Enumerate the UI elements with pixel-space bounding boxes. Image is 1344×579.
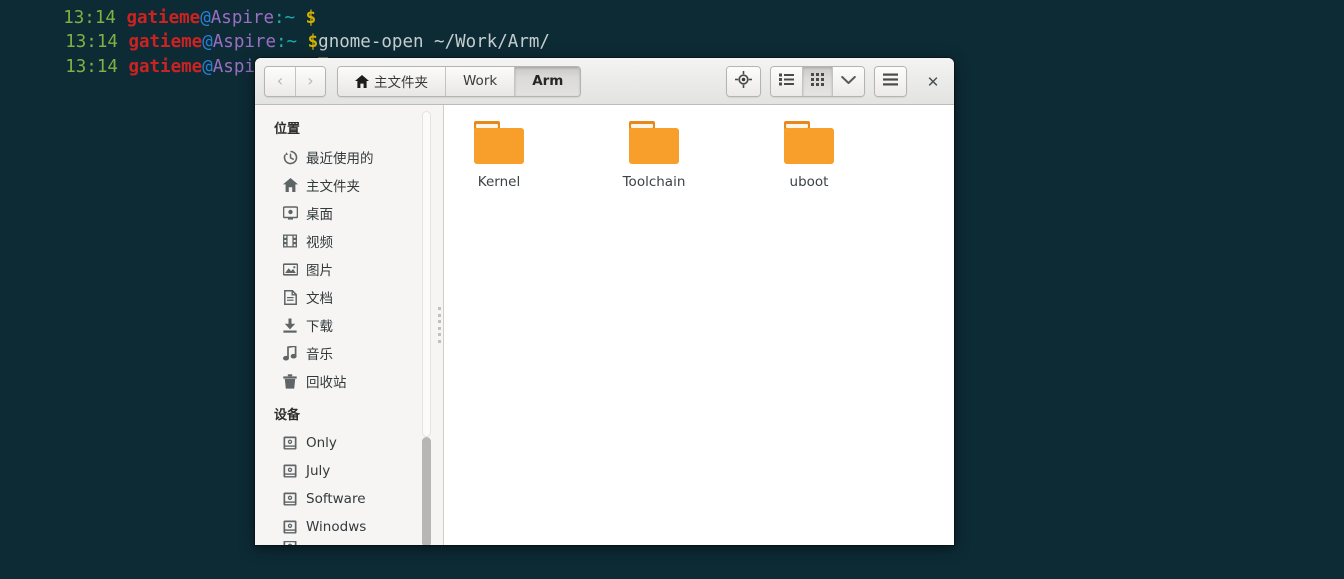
sidebar: 位置 最近使用的 主文件夹 <box>255 105 435 545</box>
drive-harddisk-icon <box>282 463 298 479</box>
forward-button[interactable]: › <box>295 67 325 96</box>
sidebar-item-label: July <box>306 463 330 479</box>
folder-icon <box>783 121 835 164</box>
sidebar-item-partial[interactable] <box>255 541 435 545</box>
back-button[interactable]: ‹ <box>265 67 295 96</box>
close-button[interactable]: ✕ <box>920 69 946 95</box>
sidebar-scrollbar-track[interactable] <box>422 111 431 437</box>
menu-button-group <box>874 66 907 97</box>
main-menu-button[interactable] <box>875 67 906 96</box>
chevron-right-icon: › <box>307 73 313 89</box>
downloads-arrow-icon <box>282 317 298 333</box>
sidebar-item-label: 音乐 <box>306 343 333 363</box>
view-mode-button-group <box>770 66 865 97</box>
sidebar-item-downloads[interactable]: 下载 <box>255 311 435 339</box>
sidebar-item-label: 回收站 <box>306 371 347 391</box>
pictures-image-icon <box>282 261 298 277</box>
breadcrumb-item-arm[interactable]: Arm <box>514 67 580 96</box>
drive-harddisk-icon <box>282 519 298 535</box>
breadcrumb-item-work[interactable]: Work <box>445 67 514 96</box>
chevron-down-icon <box>841 74 856 89</box>
file-item[interactable]: Kernel <box>454 119 544 190</box>
drive-harddisk-icon <box>282 541 298 545</box>
sidebar-section-title-places: 位置 <box>255 114 435 143</box>
folder-icon <box>473 121 525 164</box>
sidebar-item-label: 桌面 <box>306 203 333 223</box>
file-item[interactable]: Toolchain <box>609 119 699 190</box>
file-list-area[interactable]: Kernel Toolchain uboot <box>444 105 954 545</box>
breadcrumb-item-home[interactable]: 主文件夹 <box>338 67 445 96</box>
drive-harddisk-icon <box>282 491 298 507</box>
list-view-icon <box>779 73 794 90</box>
home-icon <box>282 177 298 193</box>
music-note-icon <box>282 345 298 361</box>
documents-file-icon <box>282 289 298 305</box>
location-target-icon <box>735 71 752 92</box>
video-film-icon <box>282 233 298 249</box>
list-view-button[interactable] <box>771 67 802 96</box>
sidebar-item-only[interactable]: Only <box>255 429 435 457</box>
terminal-line-2: 13:14 gatieme@Aspire:~ $ <box>2 30 328 55</box>
sidebar-item-winodws[interactable]: Winodws <box>255 513 435 541</box>
file-item[interactable]: uboot <box>764 119 854 190</box>
location-button-group <box>726 66 761 97</box>
recent-clock-icon <box>282 149 298 165</box>
chevron-left-icon: ‹ <box>277 73 283 89</box>
sidebar-item-label: 文档 <box>306 287 333 307</box>
file-name-label: Toolchain <box>623 174 686 190</box>
folder-icon <box>628 121 680 164</box>
desktop-background: 13:14 gatieme@Aspire:~ $ 13:14 gatieme@A… <box>0 0 1344 579</box>
drive-harddisk-icon <box>282 435 298 451</box>
terminal-at-sign: @ <box>202 57 213 77</box>
terminal-command: gnome-open ~/Work/Arm/ <box>318 32 550 52</box>
view-options-dropdown-button[interactable] <box>832 67 864 96</box>
sidebar-item-documents[interactable]: 文档 <box>255 283 435 311</box>
breadcrumb-label: Arm <box>532 73 563 89</box>
hamburger-menu-icon <box>883 73 898 90</box>
sidebar-section-title-devices: 设备 <box>255 395 435 429</box>
sidebar-item-recent[interactable]: 最近使用的 <box>255 143 435 171</box>
file-manager-header: ‹ › 主文件夹 Work Arm <box>255 58 954 105</box>
file-manager-window: ‹ › 主文件夹 Work Arm <box>255 58 954 545</box>
sidebar-item-videos[interactable]: 视频 <box>255 227 435 255</box>
sidebar-item-label: 视频 <box>306 231 333 251</box>
file-name-label: uboot <box>790 174 829 190</box>
file-name-label: Kernel <box>478 174 520 190</box>
file-manager-body: 位置 最近使用的 主文件夹 <box>255 105 954 545</box>
terminal-username: gatieme <box>128 57 202 77</box>
breadcrumb-label: Work <box>463 73 497 89</box>
sidebar-item-pictures[interactable]: 图片 <box>255 255 435 283</box>
sidebar-item-trash[interactable]: 回收站 <box>255 367 435 395</box>
sidebar-splitter[interactable] <box>435 105 444 545</box>
sidebar-item-label: 图片 <box>306 259 333 279</box>
header-right-controls: ✕ <box>726 58 946 105</box>
close-icon: ✕ <box>927 73 940 91</box>
breadcrumb: 主文件夹 Work Arm <box>337 66 581 97</box>
breadcrumb-label: 主文件夹 <box>374 71 428 91</box>
grid-view-button[interactable] <box>802 67 832 96</box>
trash-can-icon <box>282 373 298 389</box>
sidebar-item-label: Winodws <box>306 519 366 535</box>
desktop-monitor-icon <box>282 205 298 221</box>
sidebar-item-music[interactable]: 音乐 <box>255 339 435 367</box>
terminal-line-1: 13:14 gatieme@Aspire:~ $gnome-open ~/Wor… <box>2 5 550 30</box>
sidebar-item-software[interactable]: Software <box>255 485 435 513</box>
sidebar-item-label: 最近使用的 <box>306 147 374 167</box>
location-button[interactable] <box>727 67 760 96</box>
navigation-button-group: ‹ › <box>264 66 326 97</box>
grid-view-icon <box>811 73 824 90</box>
home-icon <box>355 75 369 88</box>
sidebar-item-label: Software <box>306 491 366 507</box>
sidebar-item-desktop[interactable]: 桌面 <box>255 199 435 227</box>
sidebar-item-label: 主文件夹 <box>306 175 360 195</box>
sidebar-item-label: 下载 <box>306 315 333 335</box>
splitter-grip-icon <box>438 307 441 343</box>
sidebar-item-label: Only <box>306 435 337 451</box>
sidebar-item-home[interactable]: 主文件夹 <box>255 171 435 199</box>
sidebar-item-july[interactable]: July <box>255 457 435 485</box>
terminal-time: 13:14 <box>65 57 118 77</box>
sidebar-scrollbar-thumb[interactable] <box>422 437 431 545</box>
